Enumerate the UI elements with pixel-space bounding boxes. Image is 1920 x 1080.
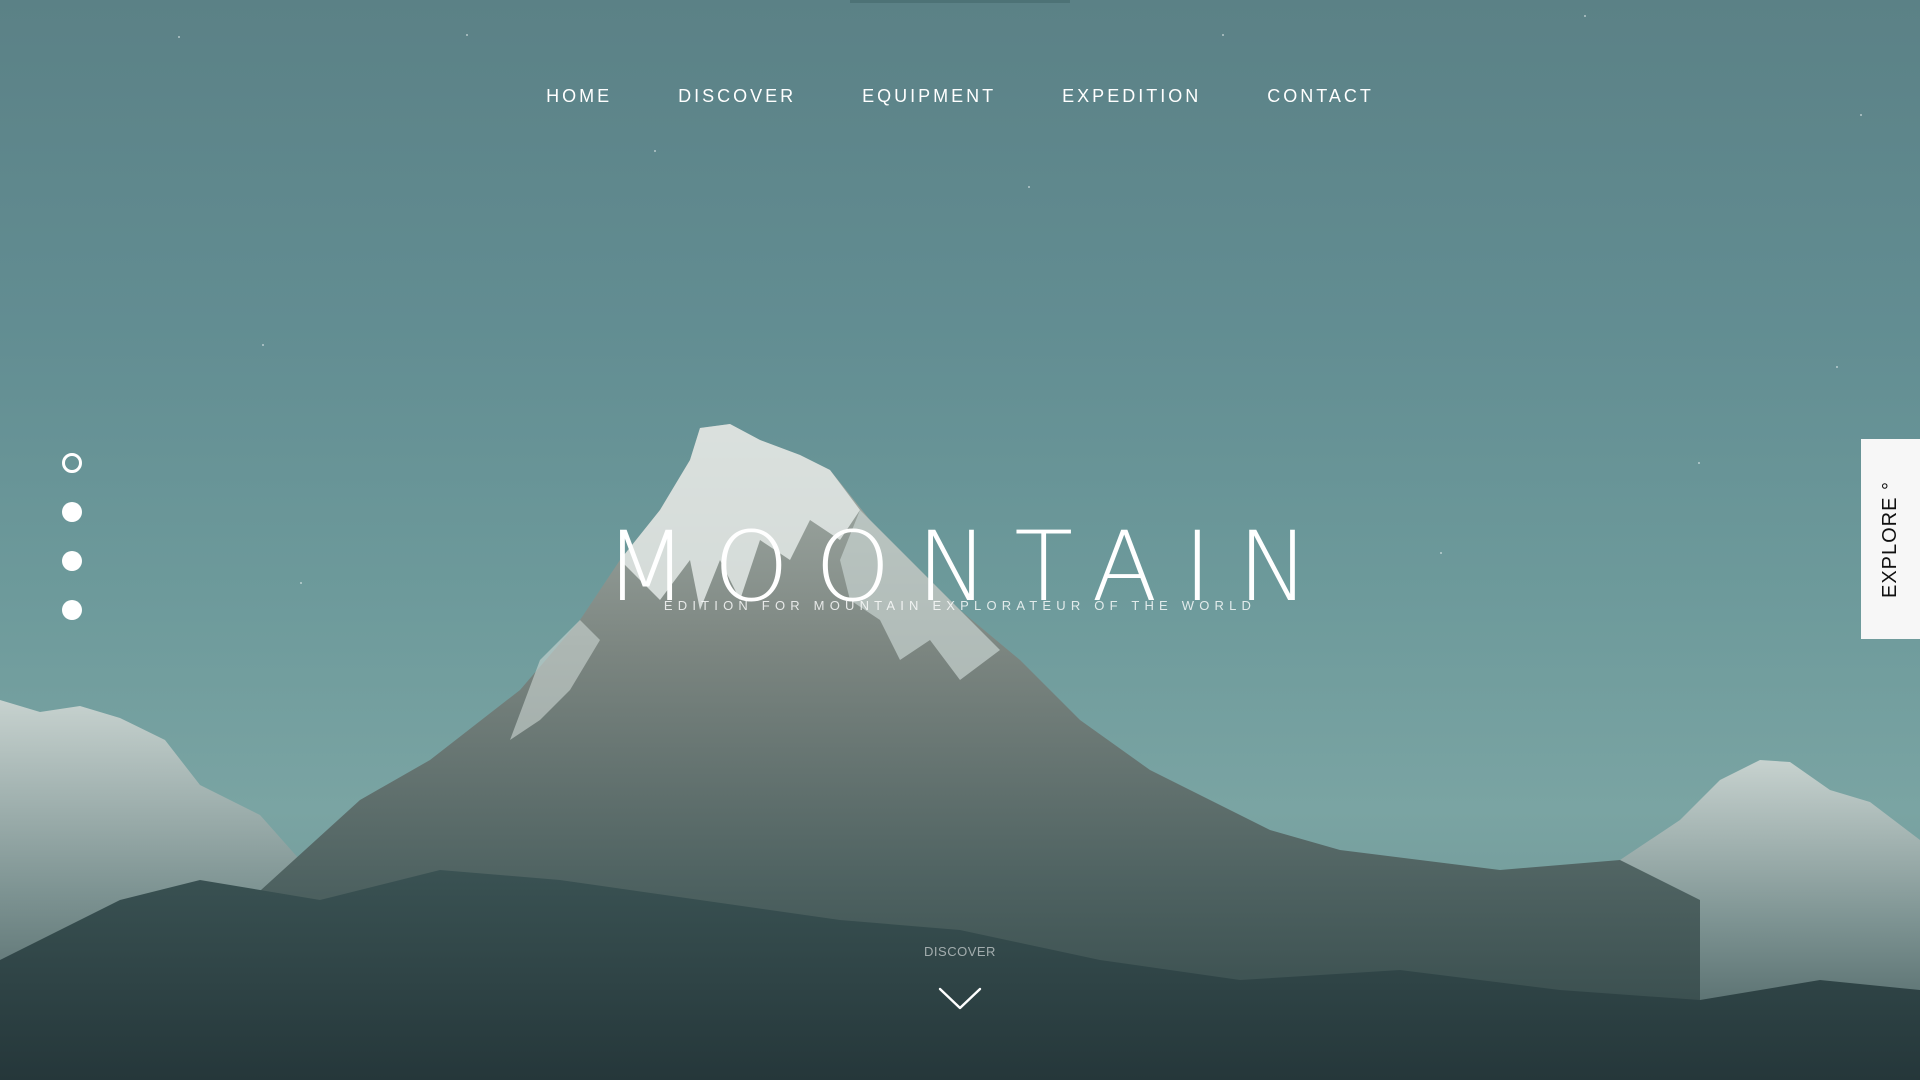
nav-item-equipment[interactable]: EQUIPMENT [862,86,996,107]
star-decoration [1584,15,1586,17]
star-decoration [466,34,468,36]
nav-item-home[interactable]: HOME [546,86,612,107]
hero-subtitle: EDITION FOR MOUNTAIN EXPLORATEUR OF THE … [663,598,1257,613]
main-nav: HOME DISCOVER EQUIPMENT EXPEDITION CONTA… [0,86,1920,107]
star-decoration [178,36,180,38]
nav-item-expedition[interactable]: EXPEDITION [1062,86,1201,107]
scroll-discover-label[interactable]: DISCOVER [0,944,1920,959]
nav-item-discover[interactable]: DISCOVER [678,86,796,107]
explore-tab-label: EXPLORE ° [1879,480,1902,598]
hero-section: HOME DISCOVER EQUIPMENT EXPEDITION CONTA… [0,0,1920,1080]
star-decoration [1698,462,1700,464]
star-decoration [1836,366,1838,368]
star-decoration [1860,114,1862,116]
star-decoration [262,344,264,346]
chevron-down-icon[interactable] [938,986,982,1012]
slide-dot-1[interactable] [62,453,82,473]
star-decoration [1028,186,1030,188]
nav-item-contact[interactable]: CONTACT [1267,86,1374,107]
explore-side-tab[interactable]: EXPLORE ° [1861,439,1920,639]
star-decoration [1222,34,1224,36]
star-decoration [654,150,656,152]
